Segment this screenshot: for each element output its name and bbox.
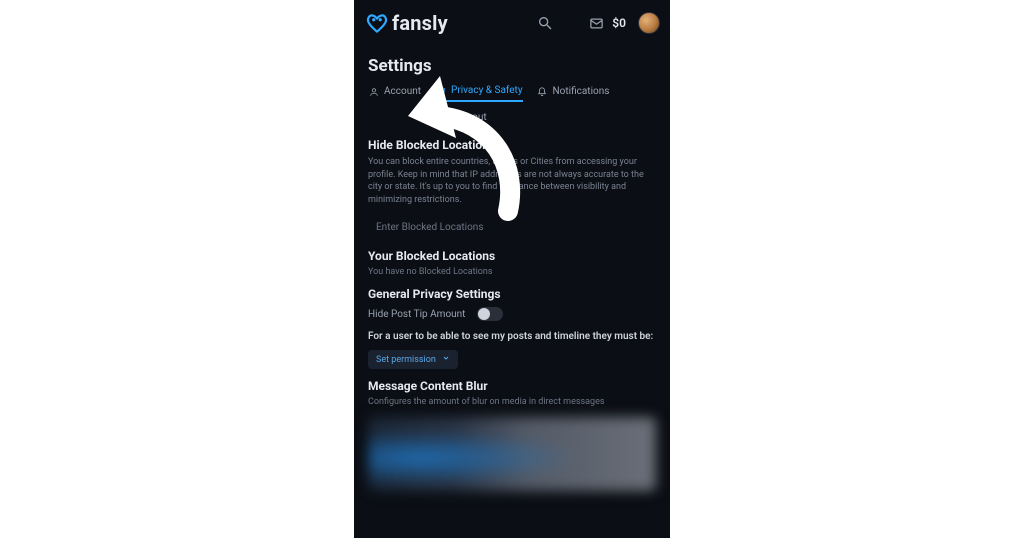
visibility-permission-dropdown[interactable]: Set permission (368, 350, 458, 369)
top-bar: fansly $0 (354, 0, 670, 46)
tab-account[interactable]: Account (368, 86, 421, 101)
brand-text: fansly (392, 11, 448, 35)
settings-tabs-row2: About (354, 106, 670, 128)
section-sub: Configures the amount of blur on media i… (368, 397, 656, 407)
row-visibility-heading: For a user to be able to see my posts an… (368, 331, 656, 342)
tab-notifications[interactable]: Notifications (537, 86, 610, 101)
info-icon (444, 112, 455, 123)
user-icon (368, 86, 379, 97)
section-general-privacy: General Privacy Settings Hide Post Tip A… (354, 277, 670, 369)
brand[interactable]: fansly (364, 10, 448, 36)
row-label: Hide Post Tip Amount (368, 309, 465, 320)
tab-label: Privacy & Safety (451, 85, 523, 96)
section-heading: General Privacy Settings (368, 287, 656, 301)
tab-label: Notifications (553, 86, 610, 97)
settings-tabs: Account Privacy & Safety Notifications (354, 82, 670, 106)
section-heading: Message Content Blur (368, 379, 656, 393)
chevron-down-icon (442, 354, 450, 365)
blocked-empty-text: You have no Blocked Locations (368, 267, 656, 277)
app-frame: fansly $0 Settings Account (354, 0, 670, 538)
toggle-hide-tip-amount[interactable] (477, 307, 503, 321)
row-label: For a user to be able to see my posts an… (368, 331, 653, 342)
tab-label: About (460, 112, 487, 123)
row-hide-tip-amount: Hide Post Tip Amount (368, 307, 656, 321)
section-description: You can block entire countries, States o… (368, 156, 656, 206)
section-block-locations: Hide Blocked Locations You can block ent… (354, 128, 670, 239)
shield-icon (435, 85, 446, 96)
brand-heart-icon (364, 10, 390, 36)
balance[interactable]: $0 (612, 16, 626, 30)
search-icon[interactable] (534, 12, 556, 34)
section-heading: Hide Blocked Locations (368, 138, 656, 152)
section-heading: Your Blocked Locations (368, 249, 656, 263)
input-placeholder-text: Enter Blocked Locations (376, 222, 484, 233)
page-title: Settings (354, 46, 670, 82)
tab-privacy-safety[interactable]: Privacy & Safety (435, 85, 523, 102)
bell-icon (537, 86, 548, 97)
blocked-locations-input[interactable]: Enter Blocked Locations (368, 216, 656, 239)
tab-label: Account (384, 86, 421, 97)
tab-about[interactable]: About (444, 110, 487, 128)
avatar[interactable] (638, 12, 660, 34)
dropdown-label: Set permission (376, 355, 436, 365)
section-your-blocked: Your Blocked Locations You have no Block… (354, 239, 670, 277)
blur-preview-card[interactable] (368, 417, 656, 491)
section-message-blur: Message Content Blur Configures the amou… (354, 369, 670, 407)
messages-icon[interactable] (586, 13, 606, 33)
